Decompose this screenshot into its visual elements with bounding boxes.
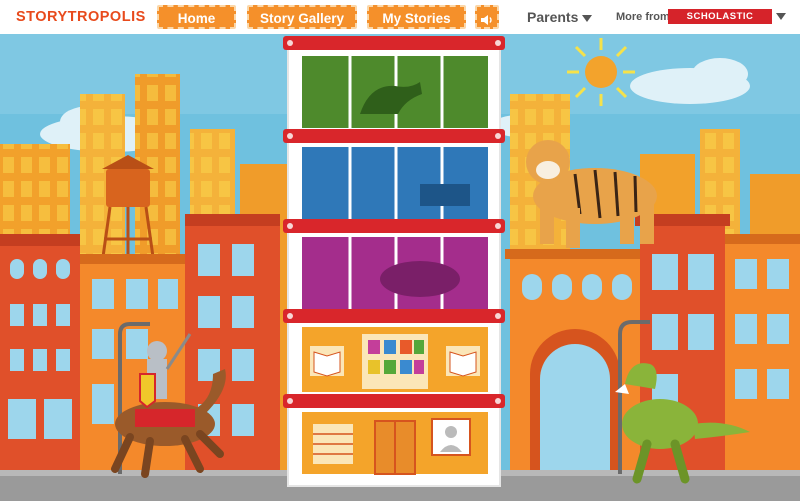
- tower-library-floor[interactable]: [295, 326, 495, 392]
- parents-label: Parents: [527, 9, 579, 25]
- sun: [567, 38, 635, 106]
- sound-button[interactable]: [475, 5, 499, 29]
- profile-avatar-frame[interactable]: [432, 419, 470, 455]
- parents-menu[interactable]: Parents: [527, 9, 593, 25]
- more-from-label: More from: [616, 11, 670, 23]
- knight-hotspot[interactable]: [95, 324, 235, 474]
- top-navigation-bar: STORYTROPOLIS Home Story Gallery My Stor…: [0, 0, 800, 34]
- story-gallery-button[interactable]: Story Gallery: [247, 5, 357, 29]
- scholastic-logo-button[interactable]: SCHOLASTIC: [668, 9, 772, 24]
- tower-floor-magenta-window[interactable]: [295, 237, 495, 309]
- scholastic-dropdown-icon[interactable]: [776, 13, 786, 20]
- my-stories-button[interactable]: My Stories: [367, 5, 466, 29]
- tower-floor-green-window[interactable]: [295, 57, 495, 129]
- speaker-icon: [480, 12, 494, 26]
- tiger-hotspot[interactable]: [518, 132, 668, 252]
- tower-floor-blue-window[interactable]: [295, 147, 495, 219]
- storytropolis-logo[interactable]: STORYTROPOLIS: [16, 9, 146, 25]
- city-scene: [0, 34, 800, 501]
- dinosaur-hotspot[interactable]: [605, 352, 755, 494]
- home-button[interactable]: Home: [157, 5, 236, 29]
- tower-entrance-door[interactable]: [375, 421, 415, 476]
- chevron-down-icon: [582, 14, 593, 22]
